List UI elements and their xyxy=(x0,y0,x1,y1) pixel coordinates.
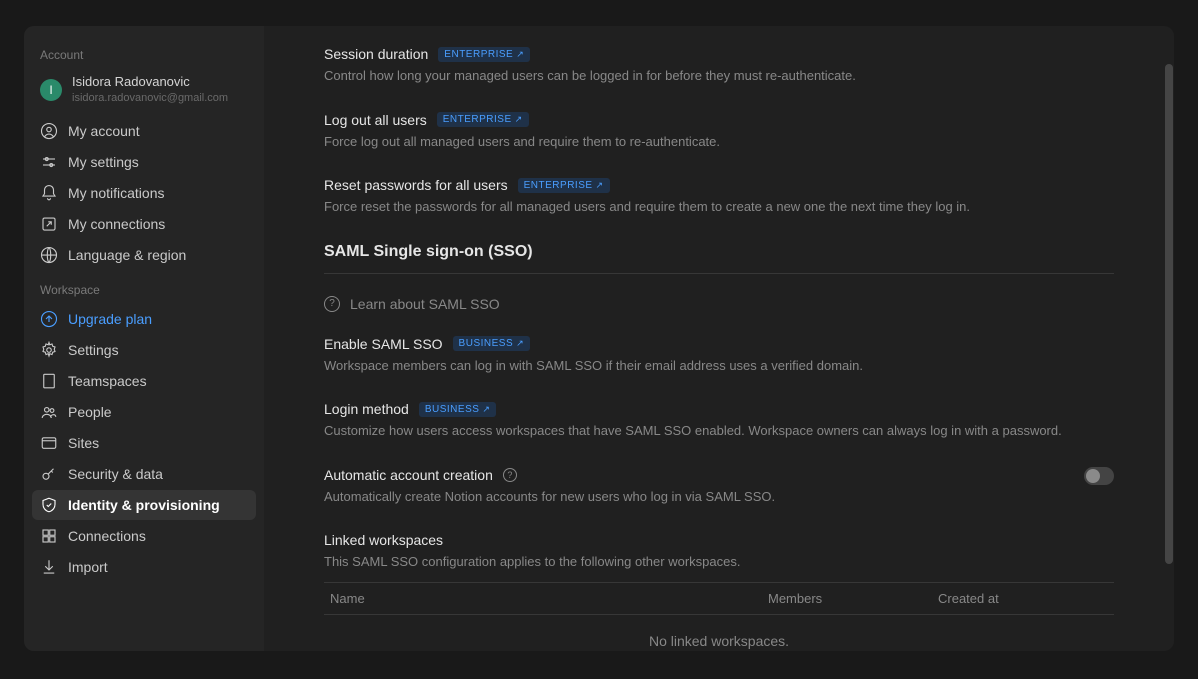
sidebar-item-label: My notifications xyxy=(68,185,164,201)
setting-title: Session duration xyxy=(324,46,428,62)
sidebar-item-settings[interactable]: Settings xyxy=(32,335,256,365)
sidebar-item-label: My settings xyxy=(68,154,139,170)
globe-icon xyxy=(40,246,58,264)
sliders-icon xyxy=(40,153,58,171)
user-info: Isidora Radovanovic isidora.radovanovic@… xyxy=(72,74,228,105)
enterprise-badge[interactable]: ENTERPRISE ↗ xyxy=(518,178,610,193)
sidebar-item-upgrade-plan[interactable]: Upgrade plan xyxy=(32,304,256,334)
sidebar-item-people[interactable]: People xyxy=(32,397,256,427)
business-badge[interactable]: BUSINESS ↗ xyxy=(453,336,531,351)
setting-linked-workspaces: Linked workspaces This SAML SSO configur… xyxy=(324,532,1114,651)
business-badge[interactable]: BUSINESS ↗ xyxy=(419,402,497,417)
setting-title: Login method xyxy=(324,401,409,417)
user-email: isidora.radovanovic@gmail.com xyxy=(72,91,228,105)
arrow-up-right-box-icon xyxy=(40,215,58,233)
setting-reset-passwords: Reset passwords for all users ENTERPRISE… xyxy=(324,177,1114,217)
setting-title: Automatic account creation xyxy=(324,467,493,483)
setting-desc: Force log out all managed users and requ… xyxy=(324,132,1114,152)
settings-modal: Account I Isidora Radovanovic isidora.ra… xyxy=(24,26,1174,651)
external-link-icon: ↗ xyxy=(516,338,524,349)
gear-icon xyxy=(40,341,58,359)
section-heading-sso: SAML Single sign-on (SSO) xyxy=(324,243,1114,274)
sidebar-item-label: Sites xyxy=(68,435,99,451)
external-link-icon: ↗ xyxy=(515,114,523,125)
sidebar-item-my-settings[interactable]: My settings xyxy=(32,147,256,177)
section-label-account: Account xyxy=(32,36,256,68)
sidebar-item-my-account[interactable]: My account xyxy=(32,116,256,146)
sidebar-item-security-data[interactable]: Security & data xyxy=(32,459,256,489)
setting-auto-account: Automatic account creation ? Automatical… xyxy=(324,467,1114,507)
avatar: I xyxy=(40,79,62,101)
grid-icon xyxy=(40,527,58,545)
sidebar-item-label: My connections xyxy=(68,216,165,232)
shield-check-icon xyxy=(40,496,58,514)
setting-title: Enable SAML SSO xyxy=(324,336,443,352)
setting-session-duration: Session duration ENTERPRISE ↗ Control ho… xyxy=(324,46,1114,86)
user-circle-icon xyxy=(40,122,58,140)
setting-logout-all: Log out all users ENTERPRISE ↗ Force log… xyxy=(324,112,1114,152)
table-empty-state: No linked workspaces. xyxy=(324,615,1114,652)
setting-desc: This SAML SSO configuration applies to t… xyxy=(324,552,1114,572)
external-link-icon: ↗ xyxy=(516,49,524,60)
sidebar-item-label: My account xyxy=(68,123,140,139)
setting-desc: Customize how users access workspaces th… xyxy=(324,421,1114,441)
auto-account-toggle[interactable] xyxy=(1084,467,1114,485)
setting-desc: Force reset the passwords for all manage… xyxy=(324,197,1114,217)
sidebar-item-identity-provisioning[interactable]: Identity & provisioning xyxy=(32,490,256,520)
sidebar-item-label: Import xyxy=(68,559,108,575)
help-icon: ? xyxy=(324,296,340,312)
user-block[interactable]: I Isidora Radovanovic isidora.radovanovi… xyxy=(32,68,256,115)
user-name: Isidora Radovanovic xyxy=(72,74,228,91)
people-icon xyxy=(40,403,58,421)
sidebar-item-label: Identity & provisioning xyxy=(68,497,220,513)
learn-saml-link[interactable]: ? Learn about SAML SSO xyxy=(324,296,1114,312)
setting-desc: Automatically create Notion accounts for… xyxy=(324,487,775,507)
browser-icon xyxy=(40,434,58,452)
sidebar-item-language-region[interactable]: Language & region xyxy=(32,240,256,270)
learn-link-label: Learn about SAML SSO xyxy=(350,296,500,312)
download-icon xyxy=(40,558,58,576)
sidebar-item-my-connections[interactable]: My connections xyxy=(32,209,256,239)
sidebar-item-label: Security & data xyxy=(68,466,163,482)
sidebar-item-label: Upgrade plan xyxy=(68,311,152,327)
building-icon xyxy=(40,372,58,390)
sidebar-item-label: Settings xyxy=(68,342,119,358)
setting-enable-saml: Enable SAML SSO BUSINESS ↗ Workspace mem… xyxy=(324,336,1114,376)
sidebar-item-connections[interactable]: Connections xyxy=(32,521,256,551)
setting-title: Reset passwords for all users xyxy=(324,177,508,193)
sidebar-item-label: People xyxy=(68,404,112,420)
info-icon[interactable]: ? xyxy=(503,468,517,482)
upgrade-icon xyxy=(40,310,58,328)
setting-title: Log out all users xyxy=(324,112,427,128)
sidebar: Account I Isidora Radovanovic isidora.ra… xyxy=(24,26,264,651)
table-header-name: Name xyxy=(330,591,768,606)
table-header: Name Members Created at xyxy=(324,582,1114,615)
content-area: Session duration ENTERPRISE ↗ Control ho… xyxy=(264,26,1174,651)
key-icon xyxy=(40,465,58,483)
sidebar-item-sites[interactable]: Sites xyxy=(32,428,256,458)
external-link-icon: ↗ xyxy=(482,404,490,415)
setting-title: Linked workspaces xyxy=(324,532,443,548)
sidebar-item-label: Language & region xyxy=(68,247,186,263)
section-label-workspace: Workspace xyxy=(32,271,256,303)
setting-desc: Control how long your managed users can … xyxy=(324,66,1114,86)
sidebar-item-my-notifications[interactable]: My notifications xyxy=(32,178,256,208)
table-header-created: Created at xyxy=(938,591,1108,606)
linked-workspaces-table: Name Members Created at No linked worksp… xyxy=(324,582,1114,652)
table-header-members: Members xyxy=(768,591,938,606)
sidebar-item-label: Teamspaces xyxy=(68,373,147,389)
enterprise-badge[interactable]: ENTERPRISE ↗ xyxy=(438,47,530,62)
scrollbar[interactable] xyxy=(1165,64,1173,564)
external-link-icon: ↗ xyxy=(596,180,604,191)
setting-login-method: Login method BUSINESS ↗ Customize how us… xyxy=(324,401,1114,441)
sidebar-item-label: Connections xyxy=(68,528,146,544)
setting-desc: Workspace members can log in with SAML S… xyxy=(324,356,1114,376)
sidebar-item-import[interactable]: Import xyxy=(32,552,256,582)
enterprise-badge[interactable]: ENTERPRISE ↗ xyxy=(437,112,529,127)
sidebar-item-teamspaces[interactable]: Teamspaces xyxy=(32,366,256,396)
bell-icon xyxy=(40,184,58,202)
